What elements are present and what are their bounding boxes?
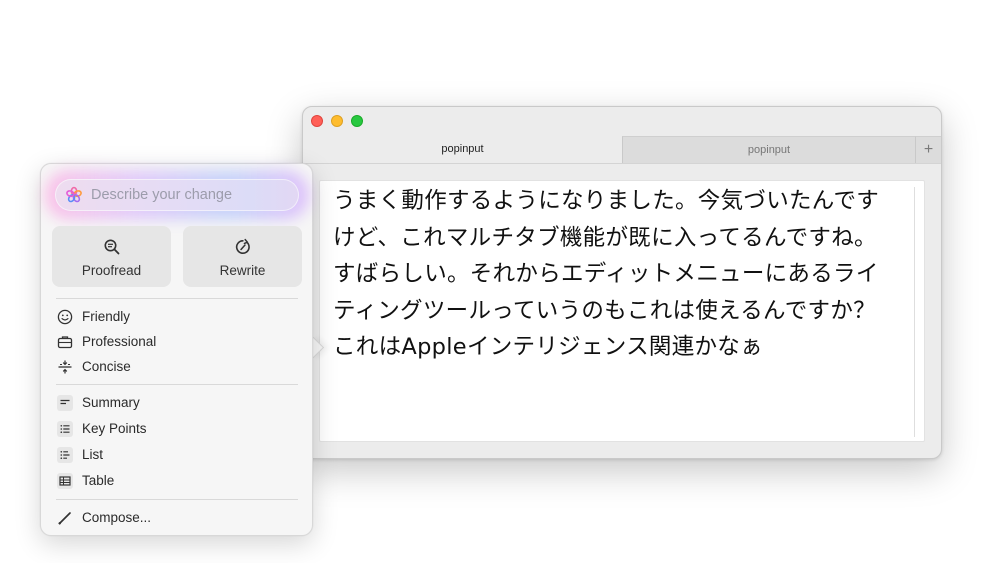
table-icon xyxy=(57,473,73,489)
editor-scrollbar[interactable] xyxy=(914,187,915,437)
menu-label: Summary xyxy=(82,395,140,410)
menu-label: Professional xyxy=(82,334,157,349)
briefcase-icon xyxy=(57,336,73,349)
menu-label: Key Points xyxy=(82,421,147,436)
proofread-label: Proofread xyxy=(81,263,142,278)
menu-label: Compose... xyxy=(82,510,152,525)
menu-label: Concise xyxy=(82,359,131,374)
menu-item-list[interactable]: List xyxy=(55,443,301,467)
close-window-button[interactable] xyxy=(311,115,323,127)
prompt-placeholder: Describe your change xyxy=(91,187,233,203)
writing-tools-popover: Describe your change Proofread Rewrite F… xyxy=(40,163,313,536)
tab-popinput-active[interactable]: popinput xyxy=(303,136,622,163)
menu-item-key-points[interactable]: Key Points xyxy=(55,417,301,441)
new-tab-button[interactable]: + xyxy=(915,136,941,163)
describe-change-input[interactable]: Describe your change xyxy=(55,179,299,211)
proofread-button[interactable]: Proofread xyxy=(52,226,171,287)
divider xyxy=(56,499,298,500)
apple-intelligence-icon xyxy=(66,186,82,203)
key-points-icon xyxy=(57,421,73,437)
divider xyxy=(56,384,298,385)
smiley-icon xyxy=(57,309,73,325)
list-icon xyxy=(57,447,73,463)
rewrite-arrow-icon xyxy=(235,238,250,254)
concise-icon xyxy=(58,360,72,374)
menu-item-friendly[interactable]: Friendly xyxy=(55,305,301,329)
menu-label: List xyxy=(82,447,104,462)
rewrite-button[interactable]: Rewrite xyxy=(183,226,302,287)
menu-item-table[interactable]: Table xyxy=(55,469,301,493)
menu-item-professional[interactable]: Professional xyxy=(55,330,301,354)
minimize-window-button[interactable] xyxy=(331,115,343,127)
pencil-icon xyxy=(58,512,71,525)
menu-label: Friendly xyxy=(82,309,131,324)
zoom-window-button[interactable] xyxy=(351,115,363,127)
summary-icon xyxy=(57,395,73,411)
menu-item-summary[interactable]: Summary xyxy=(55,391,301,415)
menu-item-concise[interactable]: Concise xyxy=(55,355,301,379)
menu-label: Table xyxy=(82,473,115,488)
rewrite-label: Rewrite xyxy=(219,263,266,278)
tab-bar: popinput popinput + xyxy=(303,136,941,164)
tab-popinput-inactive[interactable]: popinput xyxy=(622,136,915,163)
divider xyxy=(56,298,298,299)
app-window: popinput popinput + うまく動作するようになりました。今気づい… xyxy=(302,106,942,459)
menu-item-compose[interactable]: Compose... xyxy=(55,506,301,530)
magnifier-check-icon xyxy=(104,239,120,255)
title-bar[interactable] xyxy=(303,107,941,137)
text-editor[interactable]: うまく動作するようになりました。今気づいたんですけど、これマルチタブ機能が既に入… xyxy=(319,180,925,442)
editor-text[interactable]: うまく動作するようになりました。今気づいたんですけど、これマルチタブ機能が既に入… xyxy=(333,183,893,366)
